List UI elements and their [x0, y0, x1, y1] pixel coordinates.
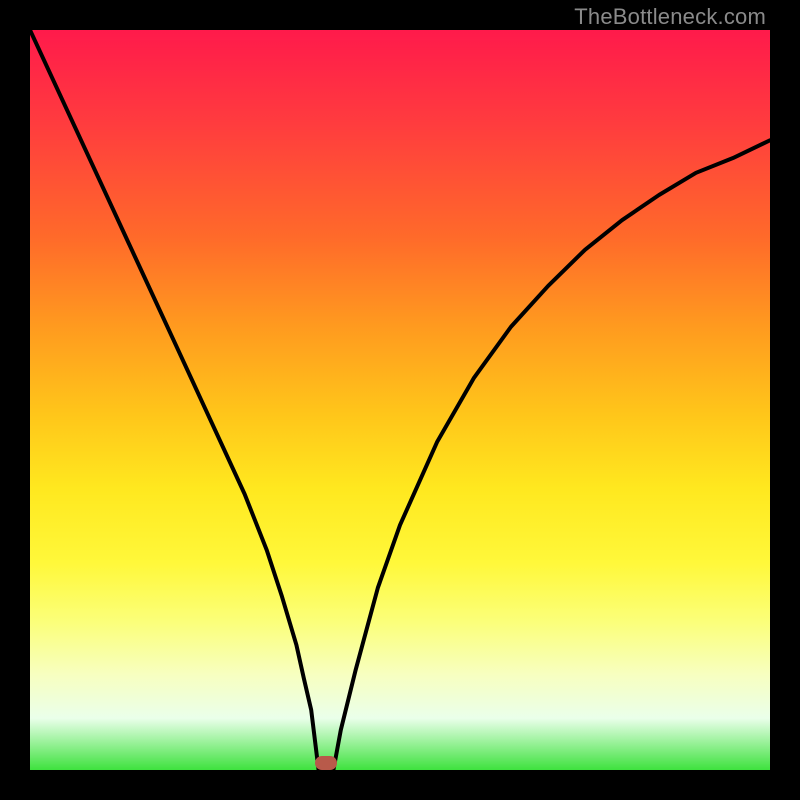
watermark-text: TheBottleneck.com — [574, 4, 766, 30]
bottleneck-curve-path — [30, 30, 770, 770]
chart-frame: TheBottleneck.com — [0, 0, 800, 800]
curve-svg — [30, 30, 770, 770]
optimum-marker — [315, 756, 337, 770]
plot-area — [30, 30, 770, 770]
